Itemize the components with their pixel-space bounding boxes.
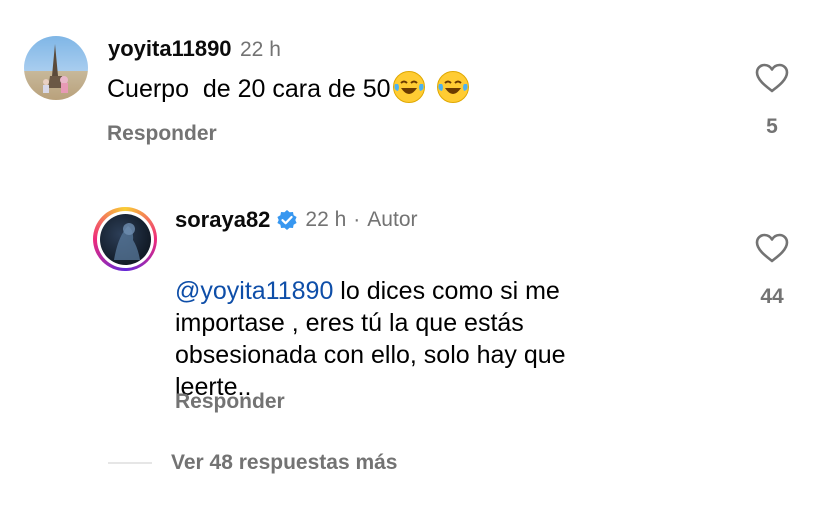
reply-button[interactable]: Responder bbox=[107, 122, 217, 146]
avatar-photo bbox=[43, 44, 68, 93]
avatar-soraya82[interactable] bbox=[93, 207, 157, 271]
avatar-yoyita11890[interactable] bbox=[24, 36, 88, 100]
laughing-tears-emoji-icon bbox=[436, 71, 469, 103]
mention-link[interactable]: @yoyita11890 bbox=[175, 277, 333, 305]
like-heart-icon[interactable] bbox=[755, 233, 789, 263]
meta-separator: · bbox=[353, 208, 361, 231]
author-tag: Autor bbox=[367, 208, 418, 231]
verified-badge-icon bbox=[277, 210, 298, 230]
comment-timestamp: 22 h bbox=[240, 38, 281, 61]
reply-text-line: importase , eres tú la que estás bbox=[175, 309, 524, 337]
reply-timestamp: 22 h bbox=[305, 208, 347, 231]
divider-line bbox=[108, 462, 152, 464]
reply-text-line: obsesionada con ello, solo hay que bbox=[175, 341, 566, 369]
comment-text-row: Cuerpo de 20 cara de 50 bbox=[107, 71, 469, 105]
laughing-tears-emoji-icon bbox=[392, 71, 425, 103]
like-count: 5 bbox=[766, 115, 778, 138]
like-count: 44 bbox=[760, 285, 784, 308]
reply-username[interactable]: soraya82 bbox=[175, 207, 270, 233]
comment-text: Cuerpo de 20 cara de 50 bbox=[107, 75, 391, 103]
comment-username[interactable]: yoyita11890 bbox=[108, 36, 232, 61]
reply-button[interactable]: Responder bbox=[175, 390, 285, 414]
reply-text-line: lo dices como si me bbox=[333, 277, 560, 305]
view-more-replies-button[interactable]: Ver 48 respuestas más bbox=[171, 451, 398, 475]
like-heart-icon[interactable] bbox=[755, 63, 789, 93]
avatar-photo bbox=[113, 222, 140, 260]
